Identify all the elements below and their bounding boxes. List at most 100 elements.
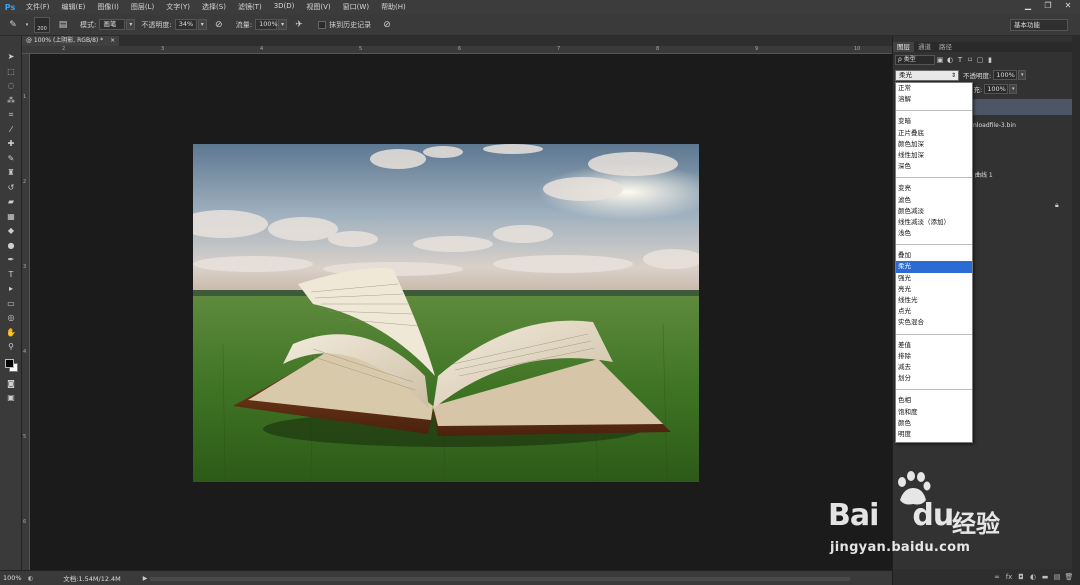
gradient-tool-icon[interactable]: ▦ — [0, 210, 22, 225]
type-filter-icon[interactable]: T — [955, 56, 965, 64]
horizontal-scrollbar[interactable] — [150, 577, 850, 581]
path-select-icon[interactable]: ▸ — [0, 282, 22, 297]
opacity-input[interactable]: 34% — [174, 19, 197, 30]
crop-tool-icon[interactable]: ⌗ — [0, 108, 22, 123]
blend-mode-option[interactable]: 叠加 — [896, 250, 972, 261]
healing-brush-icon[interactable]: ✚ — [0, 137, 22, 152]
pressure-opacity-icon[interactable]: ⊘ — [212, 18, 226, 32]
pressure-size-icon[interactable]: ⊘ — [380, 18, 394, 32]
menu-item[interactable]: 选择(S) — [196, 2, 232, 12]
move-tool-icon[interactable]: ➤ — [0, 50, 22, 65]
adjustment-layer-icon[interactable]: ◐ — [1027, 573, 1039, 581]
blend-mode-option[interactable]: 线性加深 — [896, 150, 972, 161]
blend-mode-option[interactable]: 柔光 — [896, 261, 972, 273]
brush-tool-icon[interactable]: ✎ — [0, 152, 22, 167]
type-tool-icon[interactable]: T — [0, 268, 22, 283]
selected-layer-row[interactable] — [971, 99, 1080, 115]
blend-mode-option[interactable]: 差值 — [896, 340, 972, 351]
blend-mode-option[interactable]: 颜色 — [896, 418, 972, 429]
history-brush-tool-icon[interactable]: ✎ — [6, 18, 20, 32]
blend-mode-option[interactable]: 明度 — [896, 429, 972, 440]
quick-mask-icon[interactable]: ◙ — [0, 377, 22, 392]
filter-kind-select[interactable]: ρ 类型 — [895, 54, 935, 65]
blend-mode-option[interactable]: 线性减淡（添加） — [896, 217, 972, 228]
menu-item[interactable]: 文件(F) — [20, 2, 56, 12]
brush-panel-icon[interactable]: ▤ — [56, 18, 70, 32]
flow-dropdown-arrow[interactable]: ▾ — [278, 19, 288, 30]
dodge-tool-icon[interactable]: ● — [0, 239, 22, 254]
layer-opacity-input[interactable]: 100% — [993, 70, 1018, 80]
blend-mode-option[interactable]: 变亮 — [896, 183, 972, 194]
blend-mode-option[interactable]: 实色混合 — [896, 317, 972, 328]
blend-mode-select[interactable]: 柔光 ⇕ — [895, 69, 959, 81]
blend-mode-option[interactable]: 划分 — [896, 373, 972, 384]
workspace-select[interactable]: 基本功能 — [1010, 19, 1068, 31]
chevron-down-icon[interactable]: ▾ — [24, 18, 30, 32]
close-icon[interactable]: × — [110, 37, 115, 44]
status-menu-arrow[interactable]: ▶ — [143, 575, 148, 582]
menu-item[interactable]: 视图(V) — [300, 2, 336, 12]
menu-item[interactable]: 编辑(E) — [56, 2, 92, 12]
eyedropper-tool-icon[interactable]: ⁄ — [0, 123, 22, 138]
layer-opacity-arrow[interactable]: ▾ — [1018, 70, 1027, 80]
clone-stamp-icon[interactable]: ♜ — [0, 166, 22, 181]
flow-input[interactable]: 100% — [255, 19, 278, 30]
mode-select[interactable]: 画笔 — [99, 19, 126, 30]
canvas-area[interactable] — [30, 54, 892, 570]
smart-object-filter-icon[interactable]: ▢ — [975, 56, 985, 64]
blur-tool-icon[interactable]: ◆ — [0, 224, 22, 239]
menu-item[interactable]: 帮助(H) — [375, 2, 412, 12]
restore-button[interactable]: ❐ — [1038, 0, 1058, 12]
artwork-book-on-grass[interactable] — [193, 144, 699, 482]
menu-item[interactable]: 图像(I) — [91, 2, 125, 12]
shape-filter-icon[interactable]: ⌑ — [965, 56, 975, 64]
shape-tool-icon[interactable]: ▭ — [0, 297, 22, 312]
blend-mode-option[interactable]: 颜色加深 — [896, 139, 972, 150]
menu-item[interactable]: 3D(D) — [268, 2, 301, 12]
blend-mode-option[interactable]: 饱和度 — [896, 407, 972, 418]
group-icon[interactable]: ▬ — [1039, 573, 1051, 581]
layer-name[interactable]: nloadfile-3.bin — [973, 122, 1016, 129]
link-layers-icon[interactable]: ∞ — [991, 573, 1003, 581]
blend-mode-option[interactable]: 浅色 — [896, 228, 972, 239]
history-checkbox[interactable] — [318, 20, 327, 29]
blend-mode-option[interactable]: 正常 — [896, 83, 972, 94]
adjustment-filter-icon[interactable]: ◐ — [945, 56, 955, 64]
menu-item[interactable]: 文字(Y) — [160, 2, 196, 12]
close-button[interactable]: ✕ — [1058, 0, 1078, 12]
layer-style-icon[interactable]: fx — [1003, 573, 1015, 581]
blend-mode-option[interactable]: 深色 — [896, 161, 972, 172]
blend-mode-option[interactable]: 亮光 — [896, 284, 972, 295]
mode-dropdown-arrow[interactable]: ▾ — [126, 19, 136, 30]
zoom-tool-icon[interactable]: ⚲ — [0, 340, 22, 355]
airbrush-icon[interactable]: ✈ — [292, 18, 306, 32]
menu-item[interactable]: 滤镜(T) — [232, 2, 268, 12]
menu-item[interactable]: 图层(L) — [125, 2, 160, 12]
opacity-dropdown-arrow[interactable]: ▾ — [197, 19, 207, 30]
document-tab[interactable]: @ 100% (上阴影, RGB/8) * × — [22, 36, 120, 46]
marquee-tool-icon[interactable]: ⬚ — [0, 65, 22, 80]
layer-mask-icon[interactable]: ◘ — [1015, 573, 1027, 581]
menu-item[interactable]: 窗口(W) — [337, 2, 375, 12]
blend-mode-option[interactable]: 变暗 — [896, 116, 972, 127]
fill-arrow[interactable]: ▾ — [1009, 84, 1018, 94]
blend-mode-option[interactable]: 溶解 — [896, 94, 972, 105]
screen-mode-icon[interactable]: ▣ — [0, 391, 22, 406]
color-swatches[interactable] — [0, 355, 22, 377]
zoom-level[interactable]: 100% — [0, 574, 28, 582]
blend-mode-option[interactable]: 滤色 — [896, 195, 972, 206]
blend-mode-option[interactable]: 正片叠底 — [896, 128, 972, 139]
blend-mode-option[interactable]: 排除 — [896, 351, 972, 362]
foreground-color-swatch[interactable] — [5, 358, 14, 368]
blend-mode-option[interactable]: 点光 — [896, 306, 972, 317]
blend-mode-option[interactable]: 线性光 — [896, 295, 972, 306]
lasso-tool-icon[interactable]: ◌ — [0, 79, 22, 94]
tab-layers[interactable]: 图层 — [893, 42, 914, 52]
blend-mode-dropdown[interactable]: 正常 溶解变暗 正片叠底 颜色加深 线性加深 深色变亮 滤色 颜色减淡 线性减淡（添加） 浅色叠加… — [895, 82, 973, 443]
3d-tool-icon[interactable]: ◎ — [0, 311, 22, 326]
pen-tool-icon[interactable]: ✒ — [0, 253, 22, 268]
brush-size-preset[interactable]: 200 — [34, 16, 50, 33]
blend-mode-option[interactable]: 颜色减淡 — [896, 206, 972, 217]
filter-toggle-icon[interactable]: ▮ — [985, 56, 995, 64]
fill-input[interactable]: 100% — [984, 84, 1009, 94]
